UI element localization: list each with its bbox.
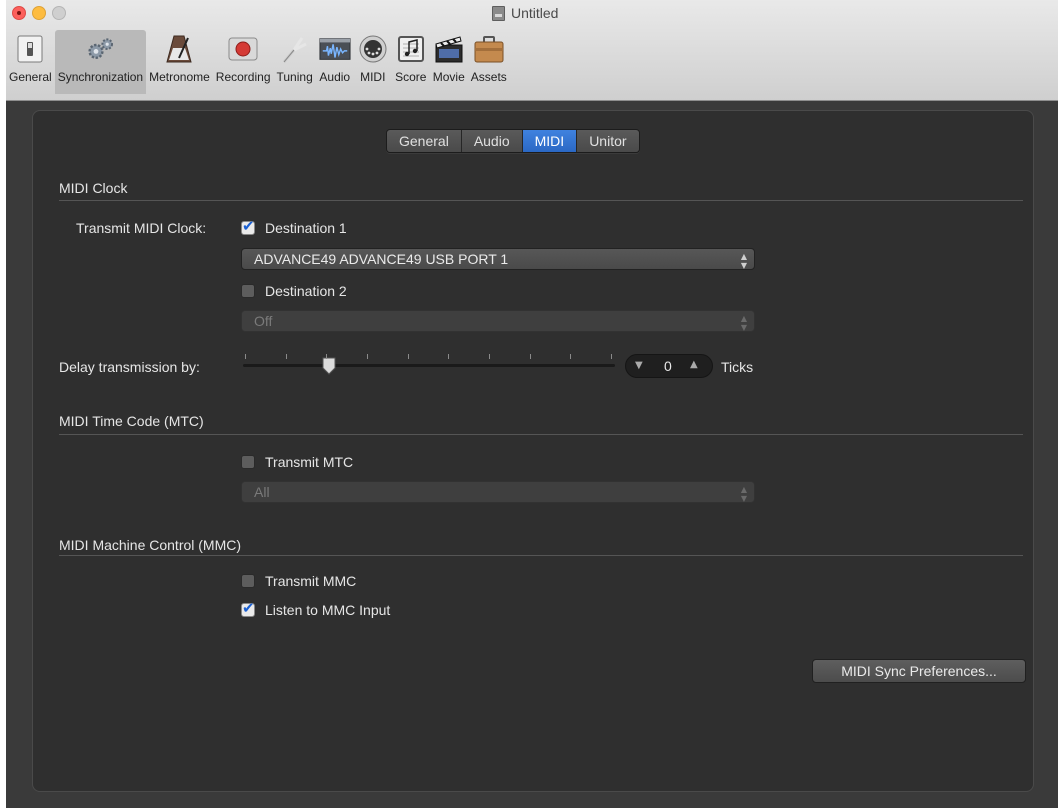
listen-mmc-label: Listen to MMC Input: [265, 602, 391, 618]
minimize-window-button[interactable]: [32, 6, 46, 20]
delay-transmission-label: Delay transmission by:: [59, 359, 200, 375]
toolbar-item-label: Tuning: [276, 70, 313, 84]
clapperboard-icon: [433, 34, 465, 64]
section-divider: [59, 555, 1023, 556]
slider-tick: [489, 354, 490, 359]
destination-1-checkbox[interactable]: [241, 217, 255, 235]
transmit-mtc-label: Transmit MTC: [265, 454, 354, 470]
record-icon: [227, 34, 259, 64]
toolbar-item-label: Audio: [319, 70, 351, 84]
toolbar-item-metronome[interactable]: Metronome: [146, 30, 213, 94]
transmit-mtc-checkbox[interactable]: [241, 455, 255, 469]
toolbar-item-score[interactable]: Score: [392, 30, 430, 94]
slider-tick: [245, 354, 246, 359]
toolbar-item-label: MIDI: [360, 70, 386, 84]
delay-value[interactable]: 0: [664, 358, 672, 374]
briefcase-icon: [473, 34, 505, 64]
toolbar-item-audio[interactable]: Audio: [316, 30, 354, 94]
tuning-fork-icon: [279, 34, 311, 64]
close-window-button[interactable]: [12, 6, 26, 20]
mtc-destination-popup[interactable]: All ▲ ▼: [241, 481, 755, 503]
window-title-text: Untitled: [511, 5, 559, 21]
toolbar-item-general[interactable]: General: [6, 30, 55, 94]
popup-arrows-icon: ▲ ▼: [740, 314, 747, 332]
delay-slider-knob[interactable]: [322, 357, 336, 375]
toolbar-item-assets[interactable]: Assets: [468, 30, 510, 94]
popup-arrows-icon: ▲ ▼: [740, 252, 747, 270]
toolbar-item-label: Score: [395, 70, 427, 84]
slider-tick: [326, 354, 328, 359]
preferences-window: Untitled General Synchronization Metrono…: [6, 0, 1058, 808]
popup-arrows-icon: ▲ ▼: [740, 485, 747, 503]
toolbar-item-label: Assets: [470, 70, 507, 84]
slider-tick: [285, 354, 287, 359]
sync-settings-panel: General Audio MIDI Unitor MIDI Clock Tra…: [32, 110, 1034, 792]
toolbar-item-label: General: [9, 70, 52, 84]
waveform-icon: [319, 34, 351, 64]
midi-sync-preferences-button[interactable]: MIDI Sync Preferences...: [812, 659, 1026, 683]
decrement-arrow-icon[interactable]: ▼: [635, 360, 643, 371]
slider-tick: [367, 354, 368, 359]
section-divider: [59, 200, 1023, 201]
section-divider: [59, 434, 1023, 435]
toolbar-item-label: Movie: [432, 70, 465, 84]
gears-icon: [84, 34, 116, 64]
slider-tick: [448, 354, 450, 359]
title-bar: Untitled General Synchronization Metrono…: [6, 0, 1058, 101]
metronome-icon: [163, 34, 195, 64]
toolbar-item-label: Metronome: [149, 70, 210, 84]
transmit-mmc-checkbox[interactable]: [241, 574, 255, 588]
toolbar-item-movie[interactable]: Movie: [430, 30, 468, 94]
score-icon: [395, 34, 427, 64]
destination-2-checkbox[interactable]: [241, 284, 255, 298]
tab-unitor[interactable]: Unitor: [577, 130, 639, 152]
delay-slider-track[interactable]: [243, 364, 615, 367]
destination-1-value: ADVANCE49 ADVANCE49 USB PORT 1: [254, 251, 509, 267]
delay-ticks-stepper[interactable]: ▼ 0 ▲: [625, 354, 713, 378]
toolbar-item-synchronization[interactable]: Synchronization: [54, 30, 147, 94]
destination-1-popup[interactable]: ADVANCE49 ADVANCE49 USB PORT 1 ▲ ▼: [241, 248, 755, 270]
ticks-unit-label: Ticks: [721, 359, 754, 375]
tab-audio[interactable]: Audio: [461, 130, 523, 152]
preferences-toolbar: General Synchronization Metronome Record…: [6, 30, 510, 98]
toolbar-item-recording[interactable]: Recording: [213, 30, 274, 94]
sync-tab-bar: General Audio MIDI Unitor: [386, 129, 640, 153]
tab-midi[interactable]: MIDI: [522, 130, 578, 152]
mtc-destination-value: All: [254, 484, 270, 500]
midi-connector-icon: [357, 34, 389, 64]
switch-icon: [14, 34, 46, 64]
destination-2-label: Destination 2: [265, 283, 347, 299]
slider-tick: [570, 354, 572, 359]
increment-arrow-icon[interactable]: ▲: [690, 359, 698, 370]
slider-tick: [611, 354, 612, 359]
transmit-mmc-label: Transmit MMC: [265, 573, 357, 589]
mtc-heading: MIDI Time Code (MTC): [59, 413, 204, 429]
transmit-midi-clock-label: Transmit MIDI Clock:: [76, 220, 207, 236]
toolbar-item-label: Synchronization: [57, 70, 144, 84]
destination-2-popup[interactable]: Off ▲ ▼: [241, 310, 755, 332]
window-title: Untitled: [492, 4, 558, 22]
toolbar-item-midi[interactable]: MIDI: [354, 30, 392, 94]
destination-2-value: Off: [254, 313, 273, 329]
toolbar-item-label: Recording: [215, 70, 271, 84]
mmc-heading: MIDI Machine Control (MMC): [59, 537, 242, 553]
destination-1-label: Destination 1: [265, 220, 347, 236]
zoom-window-button[interactable]: [52, 6, 66, 20]
midi-clock-heading: MIDI Clock: [59, 180, 128, 196]
slider-tick: [529, 354, 531, 359]
toolbar-item-tuning[interactable]: Tuning: [274, 30, 316, 94]
listen-mmc-checkbox[interactable]: [241, 599, 255, 617]
slider-tick: [407, 354, 409, 359]
tab-general[interactable]: General: [387, 130, 462, 152]
document-icon: [492, 5, 505, 21]
